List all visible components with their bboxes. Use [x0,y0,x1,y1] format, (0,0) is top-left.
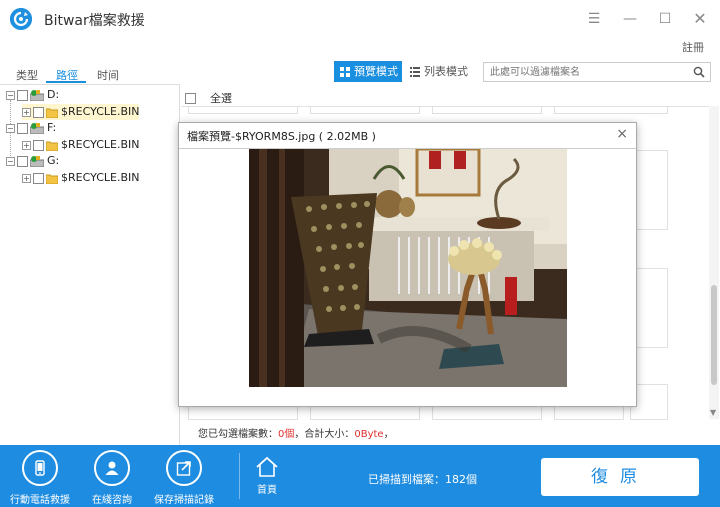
tree-node-drive-g[interactable]: − G: [6,153,59,169]
selected-size: 0Byte [354,429,384,440]
tab-type[interactable]: 类型 [16,67,38,83]
drive-icon [30,155,44,167]
home-button[interactable]: 首頁 [250,456,284,496]
recycle-g-label: $RECYCLE.BIN [61,171,140,184]
register-link[interactable]: 註冊 [682,39,704,55]
drive-f-checkbox[interactable] [17,122,28,134]
recycle-g-checkbox[interactable] [33,172,44,184]
drive-g-checkbox[interactable] [17,155,28,167]
collapse-icon[interactable]: − [6,90,15,100]
tree-node-drive-f[interactable]: − F: [6,120,56,136]
drive-icon [30,89,44,101]
online-consult-label: 在綫咨詢 [92,495,132,506]
dialog-title: 檔案預覽-$RYORM8S.jpg ( 2.02MB ) [187,130,376,143]
save-scan-record-button[interactable]: 保存掃描記錄 [149,450,219,506]
file-card[interactable] [554,405,624,420]
folder-icon [46,141,58,151]
recycle-d-label: $RECYCLE.BIN [61,105,140,118]
tree-node-recycle-f[interactable]: + $RECYCLE.BIN [22,137,139,153]
file-card[interactable] [554,106,668,114]
status-middle: ，合計大小： [294,429,355,440]
maximize-icon[interactable]: ☐ [654,8,676,30]
tab-time[interactable]: 时间 [97,67,119,83]
search-icon[interactable] [693,66,705,78]
toolbar-divider [239,453,240,499]
file-card[interactable] [432,106,542,114]
tree-node-recycle-d[interactable]: + $RECYCLE.BIN [22,104,140,120]
mobile-recovery-label: 行動電話救援 [10,495,70,506]
recycle-f-label: $RECYCLE.BIN [61,138,140,151]
list-mode-label: 列表模式 [424,65,468,78]
search-box [483,62,711,82]
active-tab-indicator [46,81,86,83]
phone-icon [22,450,58,486]
mobile-recovery-button[interactable]: 行動電話救援 [5,450,75,506]
drive-g-label: G: [47,154,60,167]
status-prefix: 您已勾選檔案數： [198,429,278,440]
online-consult-button[interactable]: 在綫咨詢 [77,450,147,506]
list-icon [410,67,420,77]
preview-mode-button[interactable]: 預覽模式 [334,61,402,82]
select-all-label: 全選 [210,92,232,105]
menu-icon[interactable]: ☰ [583,8,605,30]
preview-image [249,149,567,387]
status-suffix: ， [383,429,394,440]
home-label: 首頁 [257,485,277,496]
select-all[interactable]: 全選 [185,90,232,106]
tree-node-drive-d[interactable]: − D: [6,87,59,103]
user-icon [94,450,130,486]
app-logo-icon [10,8,32,30]
expand-icon[interactable]: + [22,107,31,117]
recycle-f-checkbox[interactable] [33,139,44,151]
scrollbar-thumb[interactable] [711,285,717,385]
expand-icon[interactable]: + [22,173,31,183]
preview-mode-label: 預覽模式 [354,65,398,78]
expand-icon[interactable]: + [22,140,31,150]
file-card[interactable] [310,106,420,114]
selection-status: 您已勾選檔案數：0個，合計大小：0Byte， [198,425,394,440]
tree-node-recycle-g[interactable]: + $RECYCLE.BIN [22,170,139,186]
file-card[interactable] [188,405,298,420]
drive-icon [30,122,44,134]
save-scan-record-label: 保存掃描記錄 [154,495,214,506]
selected-count: 0個 [278,429,295,440]
scroll-down-icon[interactable]: ▼ [710,408,716,417]
title-bar: Bitwar檔案救援 ☰ — ☐ ✕ [0,0,720,37]
collapse-icon[interactable]: − [6,123,15,133]
list-mode-button[interactable]: 列表模式 [410,61,480,82]
search-input[interactable] [484,63,684,81]
file-card[interactable] [188,106,298,114]
drive-d-checkbox[interactable] [17,89,28,101]
preview-dialog: 檔案預覽-$RYORM8S.jpg ( 2.02MB ) × [178,122,637,407]
home-icon [256,456,278,477]
dialog-close-icon[interactable]: × [616,126,628,142]
scan-count: 已掃描到檔案：182個 [368,473,477,486]
folder-icon [46,108,58,118]
folder-icon [46,174,58,184]
export-icon [166,450,202,486]
file-card[interactable] [310,405,420,420]
file-card[interactable] [432,405,542,420]
close-icon[interactable]: ✕ [689,8,711,30]
select-all-checkbox[interactable] [185,92,196,104]
drive-f-label: F: [47,121,57,134]
minimize-icon[interactable]: — [619,8,641,30]
recycle-d-checkbox[interactable] [33,106,44,118]
restore-button[interactable]: 復原 [541,458,699,496]
grid-icon [340,67,350,77]
app-title: Bitwar檔案救援 [44,13,145,29]
collapse-icon[interactable]: − [6,156,15,166]
drive-d-label: D: [47,88,60,101]
